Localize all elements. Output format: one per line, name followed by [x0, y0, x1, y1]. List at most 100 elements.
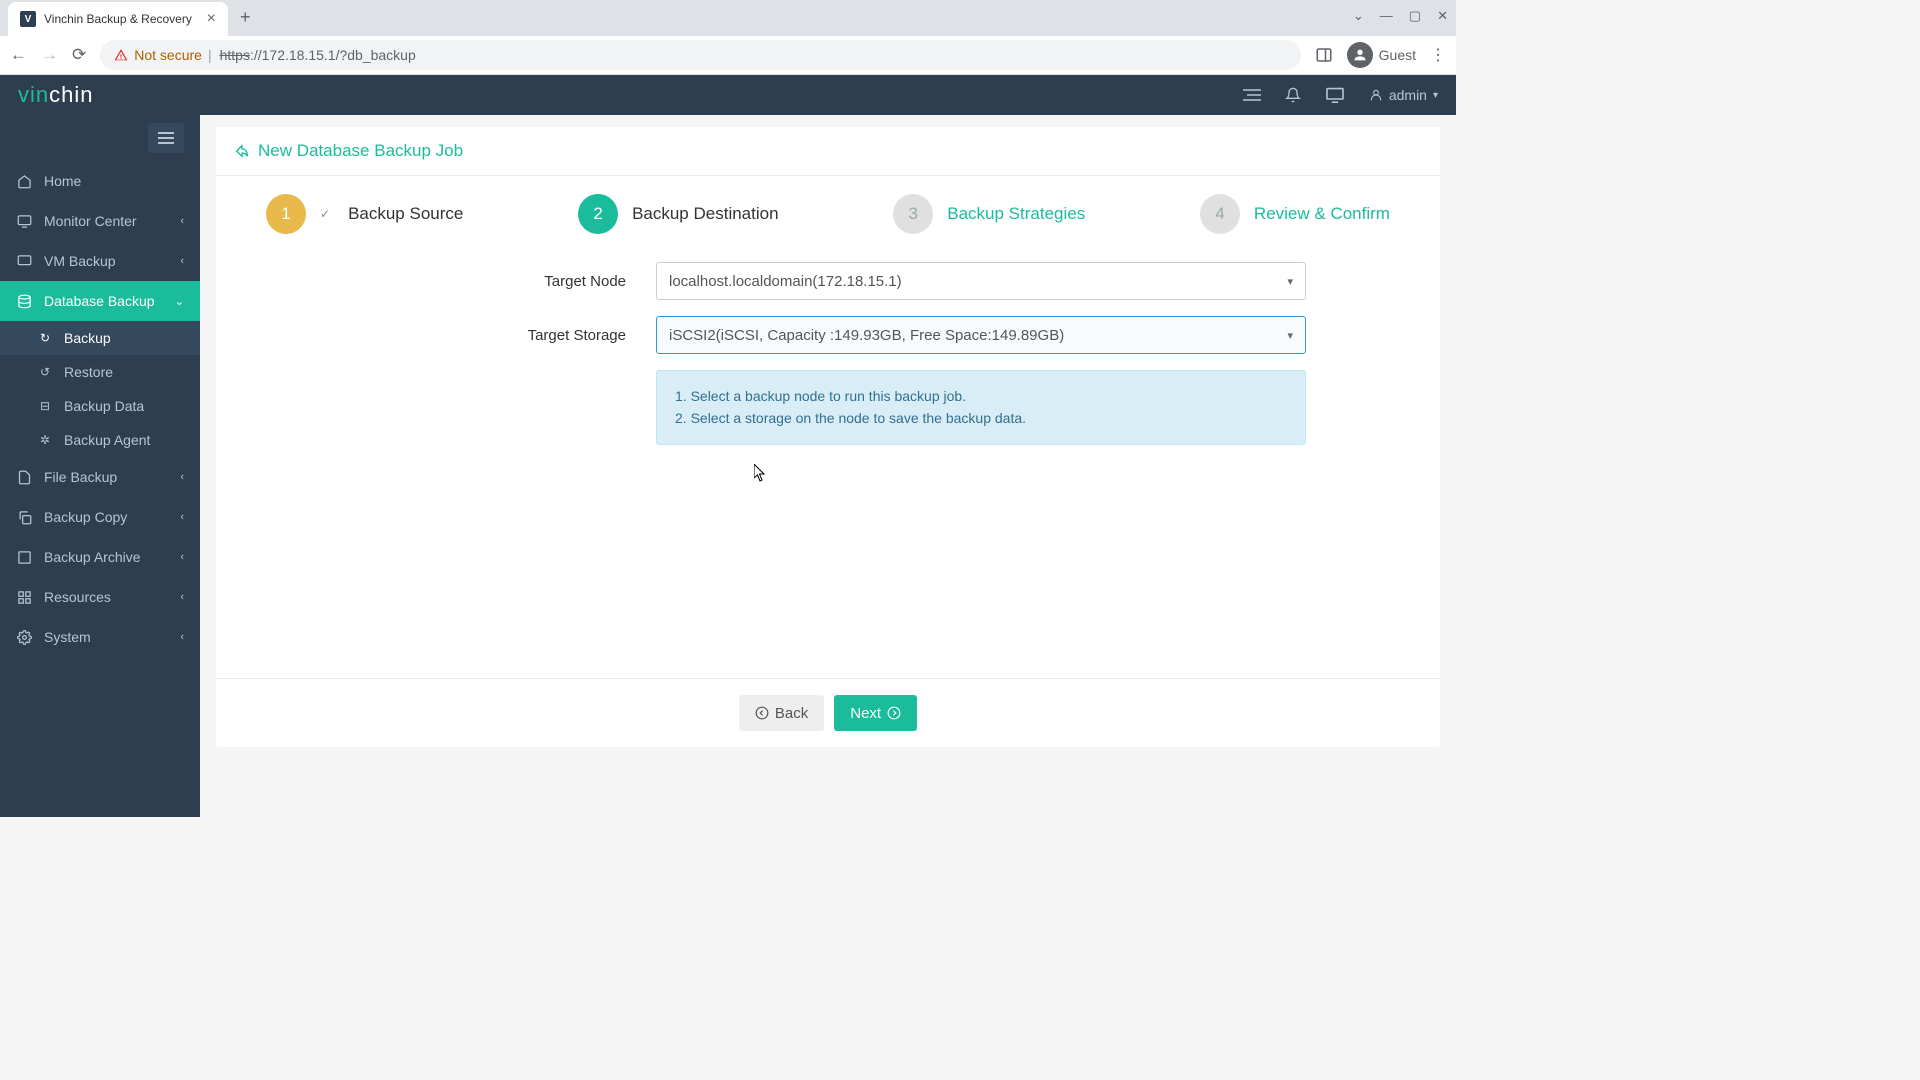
user-menu[interactable]: admin ▾: [1369, 87, 1438, 103]
chevron-down-icon: ⌄: [175, 295, 184, 308]
archive-icon: [16, 550, 32, 565]
step-2-label: Backup Destination: [632, 204, 778, 224]
warning-icon: [114, 48, 128, 62]
step-1-number: 1: [266, 194, 306, 234]
sidebar-sub-restore[interactable]: ↺ Restore: [0, 355, 200, 389]
chevron-left-icon: ‹: [180, 551, 184, 563]
form-area: Target Node localhost.localdomain(172.18…: [216, 262, 1366, 445]
minimize-icon[interactable]: —: [1380, 8, 1393, 24]
tab-title: Vinchin Backup & Recovery: [44, 12, 199, 26]
sidebar-sub-backup-data[interactable]: ⊟ Backup Data: [0, 389, 200, 423]
favicon: V: [20, 11, 36, 27]
backup-icon: ↻: [40, 331, 54, 345]
arrow-right-circle-icon: [887, 706, 901, 720]
restore-icon: ↺: [40, 365, 54, 379]
check-icon: ✓: [320, 207, 330, 221]
target-node-row: Target Node localhost.localdomain(172.18…: [456, 262, 1306, 300]
panel-toggle-icon[interactable]: [1243, 88, 1261, 102]
logo[interactable]: vinchin: [18, 82, 93, 108]
copy-icon: [16, 510, 32, 525]
close-window-icon[interactable]: ✕: [1437, 8, 1448, 24]
sidebar-sub-backup[interactable]: ↻ Backup: [0, 321, 200, 355]
target-storage-select[interactable]: iSCSI2(iSCSI, Capacity :149.93GB, Free S…: [656, 316, 1306, 354]
panel-header: New Database Backup Job: [216, 127, 1440, 176]
new-tab-button[interactable]: +: [228, 0, 263, 36]
sidebar-item-backup-archive[interactable]: Backup Archive ‹: [0, 537, 200, 577]
back-nav-icon[interactable]: ←: [10, 45, 27, 65]
sidebar-item-system[interactable]: System ‹: [0, 617, 200, 657]
info-line-2: 2. Select a storage on the node to save …: [675, 407, 1287, 429]
chevron-left-icon: ‹: [180, 215, 184, 227]
target-storage-row: Target Storage iSCSI2(iSCSI, Capacity :1…: [456, 316, 1306, 354]
info-line-1: 1. Select a backup node to run this back…: [675, 385, 1287, 407]
back-button[interactable]: Back: [739, 695, 824, 731]
kebab-menu-icon[interactable]: ⋮: [1430, 45, 1446, 65]
share-icon: [234, 143, 250, 159]
caret-down-icon[interactable]: ⌄: [1353, 8, 1364, 24]
gear-icon: [16, 630, 32, 645]
sidebar-item-backup-copy[interactable]: Backup Copy ‹: [0, 497, 200, 537]
step-1[interactable]: 1 ✓ Backup Source: [266, 194, 463, 234]
page-title: New Database Backup Job: [234, 141, 1422, 161]
file-icon: [16, 470, 32, 485]
tab-bar: V Vinchin Backup & Recovery × + ⌄ — ▢ ✕: [0, 0, 1456, 36]
panel: New Database Backup Job 1 ✓ Backup Sourc…: [216, 127, 1440, 747]
chevron-down-icon: ▾: [1287, 329, 1293, 342]
bell-icon[interactable]: [1285, 86, 1301, 104]
browser-chrome: V Vinchin Backup & Recovery × + ⌄ — ▢ ✕ …: [0, 0, 1456, 75]
data-icon: ⊟: [40, 399, 54, 413]
chevron-left-icon: ‹: [180, 631, 184, 643]
target-node-label: Target Node: [456, 273, 656, 290]
server-icon: [16, 254, 32, 269]
content: New Database Backup Job 1 ✓ Backup Sourc…: [200, 115, 1456, 817]
chevron-left-icon: ‹: [180, 591, 184, 603]
step-3[interactable]: 3 Backup Strategies: [893, 194, 1085, 234]
forward-nav-icon[interactable]: →: [41, 45, 58, 65]
url-field[interactable]: Not secure | https://172.18.15.1/?db_bac…: [100, 40, 1300, 70]
maximize-icon[interactable]: ▢: [1409, 8, 1421, 24]
sidebar-item-database-backup[interactable]: Database Backup ⌄: [0, 281, 200, 321]
app-header: vinchin admin ▾: [0, 75, 1456, 115]
step-4-label: Review & Confirm: [1254, 204, 1390, 224]
sidebar-item-home[interactable]: Home: [0, 161, 200, 201]
chevron-down-icon: ▾: [1287, 275, 1293, 288]
step-4-number: 4: [1200, 194, 1240, 234]
sidebar-item-vm-backup[interactable]: VM Backup ‹: [0, 241, 200, 281]
monitor-icon[interactable]: [1325, 87, 1345, 103]
hamburger-button[interactable]: [148, 123, 184, 153]
reload-icon[interactable]: ⟳: [72, 45, 86, 65]
info-box: 1. Select a backup node to run this back…: [656, 370, 1306, 445]
sidebar-item-resources[interactable]: Resources ‹: [0, 577, 200, 617]
browser-tab[interactable]: V Vinchin Backup & Recovery ×: [8, 2, 228, 36]
guest-profile[interactable]: Guest: [1347, 42, 1416, 68]
target-storage-label: Target Storage: [456, 327, 656, 344]
step-2-number: 2: [578, 194, 618, 234]
sidebar-item-monitor[interactable]: Monitor Center ‹: [0, 201, 200, 241]
sidebar-toggle-row: [0, 115, 200, 161]
arrow-left-circle-icon: [755, 706, 769, 720]
not-secure-badge[interactable]: Not secure |: [114, 47, 211, 63]
close-tab-icon[interactable]: ×: [207, 10, 216, 28]
step-4[interactable]: 4 Review & Confirm: [1200, 194, 1390, 234]
sidebar-sub-backup-agent[interactable]: ✲ Backup Agent: [0, 423, 200, 457]
monitor-icon: [16, 214, 32, 229]
grid-icon: [16, 590, 32, 605]
target-node-select[interactable]: localhost.localdomain(172.18.15.1) ▾: [656, 262, 1306, 300]
chevron-down-icon: ▾: [1433, 90, 1438, 101]
address-bar: ← → ⟳ Not secure | https://172.18.15.1/?…: [0, 36, 1456, 74]
step-2[interactable]: 2 Backup Destination: [578, 194, 778, 234]
chevron-left-icon: ‹: [180, 511, 184, 523]
next-button[interactable]: Next: [834, 695, 917, 731]
database-icon: [16, 294, 32, 309]
chevron-left-icon: ‹: [180, 255, 184, 267]
sidebar-item-file-backup[interactable]: File Backup ‹: [0, 457, 200, 497]
step-3-label: Backup Strategies: [947, 204, 1085, 224]
window-controls: ⌄ — ▢ ✕: [1353, 8, 1448, 24]
panel-icon[interactable]: [1315, 46, 1333, 64]
step-3-number: 3: [893, 194, 933, 234]
home-icon: [16, 174, 32, 189]
url-text: https://172.18.15.1/?db_backup: [220, 47, 416, 63]
addr-right: Guest ⋮: [1315, 42, 1446, 68]
wizard-steps: 1 ✓ Backup Source 2 Backup Destination 3…: [216, 176, 1440, 262]
step-1-label: Backup Source: [348, 204, 463, 224]
